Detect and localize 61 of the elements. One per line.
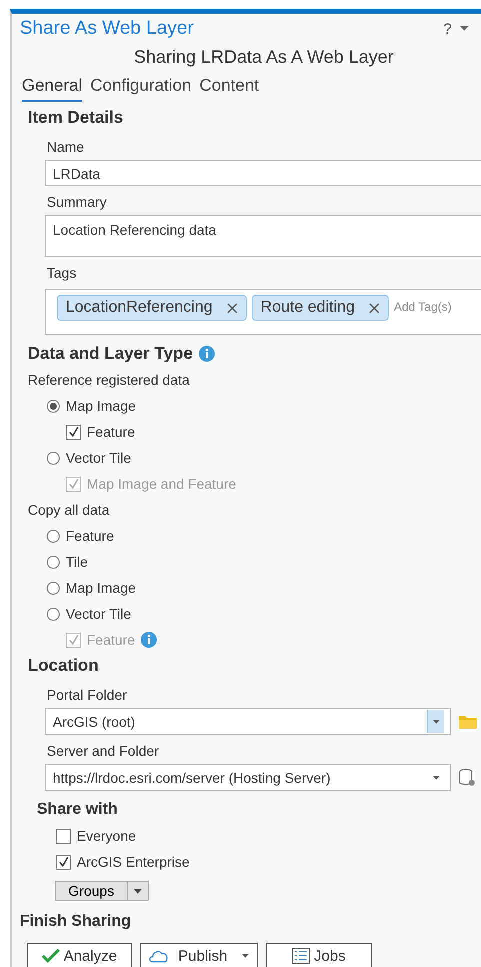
help-button[interactable]: ? <box>444 20 452 38</box>
database-icon[interactable] <box>459 768 475 786</box>
tab[interactable]: Content <box>200 74 260 102</box>
tags-field[interactable]: LocationReferencing Route editing Add Tag(s) <box>45 289 481 335</box>
dropdown[interactable]: ArcGIS (root) <box>45 708 451 735</box>
name-field[interactable]: LRData <box>45 160 481 186</box>
radio-button[interactable] <box>47 530 60 542</box>
tag-placeholder: Add Tag(s) <box>394 300 452 314</box>
remove-tag-icon[interactable] <box>369 302 380 314</box>
checkbox-label: Everyone <box>77 828 136 844</box>
caret-icon <box>432 776 440 780</box>
section-heading: Item Details <box>28 107 124 129</box>
checkbox[interactable] <box>66 424 81 440</box>
tag-chip[interactable]: Route editing <box>252 295 390 321</box>
tab[interactable]: General <box>22 74 82 102</box>
radio-button[interactable] <box>47 556 60 568</box>
radio-label: Vector Tile <box>66 450 132 466</box>
pane-subtitle: Sharing LRData As A Web Layer <box>133 46 395 69</box>
tab[interactable]: Configuration <box>90 74 192 102</box>
list-icon <box>292 948 310 964</box>
section-heading: Finish Sharing <box>20 912 132 932</box>
radio-button[interactable] <box>47 582 60 594</box>
jobs-button[interactable]: Jobs <box>266 943 372 967</box>
cloud-icon <box>148 949 170 963</box>
caret-icon <box>432 720 440 724</box>
radio-button[interactable] <box>47 452 60 464</box>
radio-button[interactable] <box>47 608 60 620</box>
checkbox-label: ArcGIS Enterprise <box>77 854 190 870</box>
check-icon <box>42 949 60 963</box>
publish-button[interactable]: Publish <box>140 943 258 967</box>
field-label: Tags <box>47 264 78 283</box>
field-label: Name <box>47 138 86 157</box>
groups-button[interactable]: Groups <box>55 881 149 901</box>
checkbox[interactable] <box>56 854 71 870</box>
checkbox-label: Feature <box>87 424 136 440</box>
radio-button[interactable] <box>47 400 60 412</box>
radio-label: Map Image <box>66 580 136 596</box>
checkbox-label: Map Image and Feature <box>87 476 236 492</box>
field-label: Portal Folder <box>47 686 128 705</box>
dropdown[interactable]: https://lrdoc.esri.com/server (Hosting Server) <box>45 764 451 791</box>
group-label: Reference registered data <box>28 371 191 390</box>
caret-icon <box>134 888 142 894</box>
section-heading: Data and Layer Type <box>28 343 194 365</box>
checkbox[interactable] <box>56 828 71 844</box>
analyze-button[interactable]: Analyze <box>27 943 132 967</box>
group-label: Copy all data <box>28 501 111 520</box>
radio-label: Vector Tile <box>66 606 132 622</box>
tag-chip[interactable]: LocationReferencing <box>57 295 247 321</box>
remove-tag-icon[interactable] <box>226 302 238 314</box>
checkbox-label: Feature <box>87 632 136 648</box>
section-heading: Share with <box>37 800 119 820</box>
summary-field[interactable]: Location Referencing data <box>45 215 481 257</box>
radio-label: Map Image <box>66 398 136 414</box>
field-label: Server and Folder <box>47 742 160 761</box>
section-heading: Location <box>28 655 100 677</box>
radio-label: Tile <box>66 554 88 570</box>
window-title: Share As Web Layer <box>20 18 194 40</box>
radio-label: Feature <box>66 528 114 544</box>
info-icon[interactable] <box>199 346 216 362</box>
options-caret-icon[interactable] <box>460 26 469 32</box>
field-label: Summary <box>47 193 108 212</box>
